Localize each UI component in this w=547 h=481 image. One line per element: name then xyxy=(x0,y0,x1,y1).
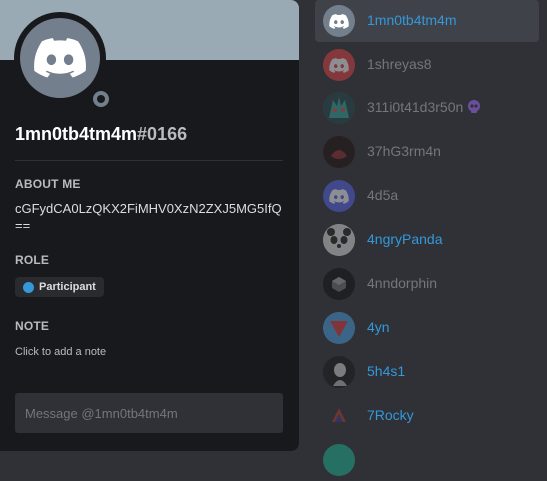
member-name: 7Rocky xyxy=(367,407,414,423)
avatar xyxy=(20,18,100,98)
member-item[interactable] xyxy=(315,439,539,481)
member-item[interactable]: 311i0t41d3r50n xyxy=(315,87,539,129)
avatar xyxy=(323,136,355,168)
avatar xyxy=(323,49,355,81)
member-name: 1shreyas8 xyxy=(367,56,432,72)
dark-red-avatar-icon xyxy=(323,136,355,168)
statue-icon xyxy=(323,356,355,388)
discord-logo-icon xyxy=(34,38,86,78)
member-name: 4ngryPanda xyxy=(367,231,443,247)
member-item[interactable]: 4ngryPanda xyxy=(315,219,539,261)
member-item[interactable]: 4nndorphin xyxy=(315,263,539,305)
avatar xyxy=(323,5,355,37)
cube-icon xyxy=(323,268,355,300)
user-profile-popout: 1mn0tb4tm4m#0166 ABOUT ME cGFydCA0LzQKX2… xyxy=(0,0,299,451)
avatar xyxy=(323,444,355,476)
member-name-text: 311i0t41d3r50n xyxy=(367,99,464,115)
avatar xyxy=(323,356,355,388)
member-name: 5h4s1 xyxy=(367,363,406,379)
status-indicator xyxy=(88,86,114,112)
member-name: 4d5a xyxy=(367,187,399,203)
avatar xyxy=(323,180,355,212)
member-item[interactable]: 5h4s1 xyxy=(315,351,539,393)
member-item[interactable]: 4yn xyxy=(315,307,539,349)
role-color-dot xyxy=(23,281,34,293)
discriminator-text: #0166 xyxy=(137,124,188,144)
member-item[interactable]: 4d5a xyxy=(315,175,539,217)
member-item[interactable]: 1shreyas8 xyxy=(315,44,539,86)
member-item[interactable]: 37hG3rm4n xyxy=(315,131,539,173)
purple-skull-icon xyxy=(467,100,481,117)
member-name: 311i0t41d3r50n xyxy=(367,99,481,117)
message-input[interactable] xyxy=(15,393,283,433)
red-triangle-icon xyxy=(323,312,355,344)
profile-avatar-wrapper[interactable] xyxy=(14,12,114,112)
discord-logo-icon xyxy=(329,188,349,204)
discord-logo-icon xyxy=(329,13,349,29)
member-item[interactable]: 1mn0tb4tm4m xyxy=(315,0,539,42)
avatar xyxy=(323,268,355,300)
avatar xyxy=(323,224,355,256)
profile-username: 1mn0tb4tm4m#0166 xyxy=(15,124,187,145)
note-input[interactable]: Click to add a note xyxy=(15,346,106,358)
panda-icon xyxy=(323,224,355,256)
rocky-icon xyxy=(323,400,355,432)
profile-divider xyxy=(15,160,283,161)
monster-icon xyxy=(323,92,355,124)
about-me-heading: ABOUT ME xyxy=(15,177,81,191)
avatar xyxy=(323,92,355,124)
role-label: Participant xyxy=(39,281,96,293)
about-me-text: cGFydCA0LzQKX2FiMHV0XzN2ZXJ5MG5IfQ== xyxy=(15,201,282,233)
avatar xyxy=(323,400,355,432)
role-heading: ROLE xyxy=(15,253,50,267)
avatar xyxy=(323,312,355,344)
discord-logo-icon xyxy=(329,57,349,73)
member-list: 1mn0tb4tm4m 1shreyas8 311i0t41d3r50n 37h… xyxy=(307,0,547,476)
member-name: 4nndorphin xyxy=(367,275,438,291)
member-name: 37hG3rm4n xyxy=(367,143,441,159)
username-text: 1mn0tb4tm4m xyxy=(15,124,138,144)
role-pill[interactable]: Participant xyxy=(15,277,104,297)
note-heading: NOTE xyxy=(15,319,50,333)
member-item[interactable]: 7Rocky xyxy=(315,395,539,437)
member-name: 4yn xyxy=(367,319,390,335)
member-name: 1mn0tb4tm4m xyxy=(367,12,457,28)
offline-status-icon xyxy=(93,91,109,107)
